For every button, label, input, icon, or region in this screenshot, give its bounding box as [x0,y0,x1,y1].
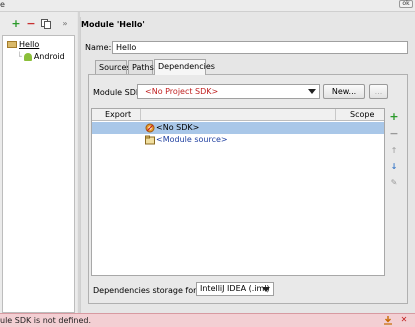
name-label: Name: [85,43,112,52]
table-row-label: <No SDK> [156,123,200,132]
collapse-icon[interactable]: » [59,18,71,30]
add-icon[interactable]: + [10,18,22,30]
column-divider [335,109,336,120]
dependencies-table[interactable]: Export Scope <No SDK> <Module source> [91,108,385,276]
remove-icon[interactable]: − [25,18,37,30]
table-row[interactable]: <Module source> [92,134,384,146]
folder-icon [7,41,17,48]
table-header: Export Scope [92,109,384,121]
chevron-down-icon [262,287,270,292]
edit-icon[interactable]: ✎ [388,177,400,189]
remove-dependency-icon[interactable]: − [388,128,400,140]
tree-connector: └ [17,52,22,61]
status-bar: ule SDK is not defined. ✕ [0,313,415,327]
table-row-selected[interactable]: <No SDK> [92,122,384,134]
left-toolbar: + − » [0,18,77,36]
close-icon[interactable]: ✕ [399,315,409,325]
storage-format-value: IntelliJ IDEA (.iml) [200,284,270,293]
name-field[interactable]: Hello [112,41,408,54]
copy-icon[interactable] [40,19,52,31]
column-divider [140,109,141,120]
tree-item-hello[interactable]: Hello [7,39,39,51]
window-top-bar [0,0,415,12]
table-row-label: <Module source> [156,135,228,144]
new-sdk-button[interactable]: New... [323,84,365,99]
move-up-icon[interactable]: ↑ [388,145,400,157]
tree-item-android[interactable]: └ Android [17,51,65,63]
tree-item-label: Android [33,52,65,61]
move-down-icon[interactable]: ↓ [388,161,400,173]
storage-format-select[interactable]: IntelliJ IDEA (.iml) [196,282,274,296]
tab-dependencies[interactable]: Dependencies [154,59,215,75]
module-sdk-value: <No Project SDK> [145,87,219,96]
module-source-icon [145,135,155,145]
top-right-button[interactable]: ok [399,0,413,8]
status-message: ule SDK is not defined. [0,316,92,325]
android-icon [23,52,32,61]
tab-paths[interactable]: Paths [128,60,154,74]
download-icon[interactable] [383,315,393,325]
dependencies-toolbar: + − ↑ ↓ ✎ [386,108,402,198]
sdk-icon [145,123,155,133]
chevron-down-icon [308,89,316,94]
tree-item-label: Hello [19,40,40,49]
module-tree[interactable]: Hello └ Android [2,35,75,313]
module-title: Module 'Hello' [81,20,145,29]
export-column-header[interactable]: Export [105,110,131,119]
window-title-fragment: e [0,0,5,9]
module-sdk-select[interactable]: <No Project SDK> [137,84,320,99]
add-dependency-icon[interactable]: + [388,111,400,123]
edit-sdk-button[interactable]: ... [369,84,388,99]
scope-column-header[interactable]: Scope [350,110,374,119]
tab-sources[interactable]: Sources [95,60,131,74]
